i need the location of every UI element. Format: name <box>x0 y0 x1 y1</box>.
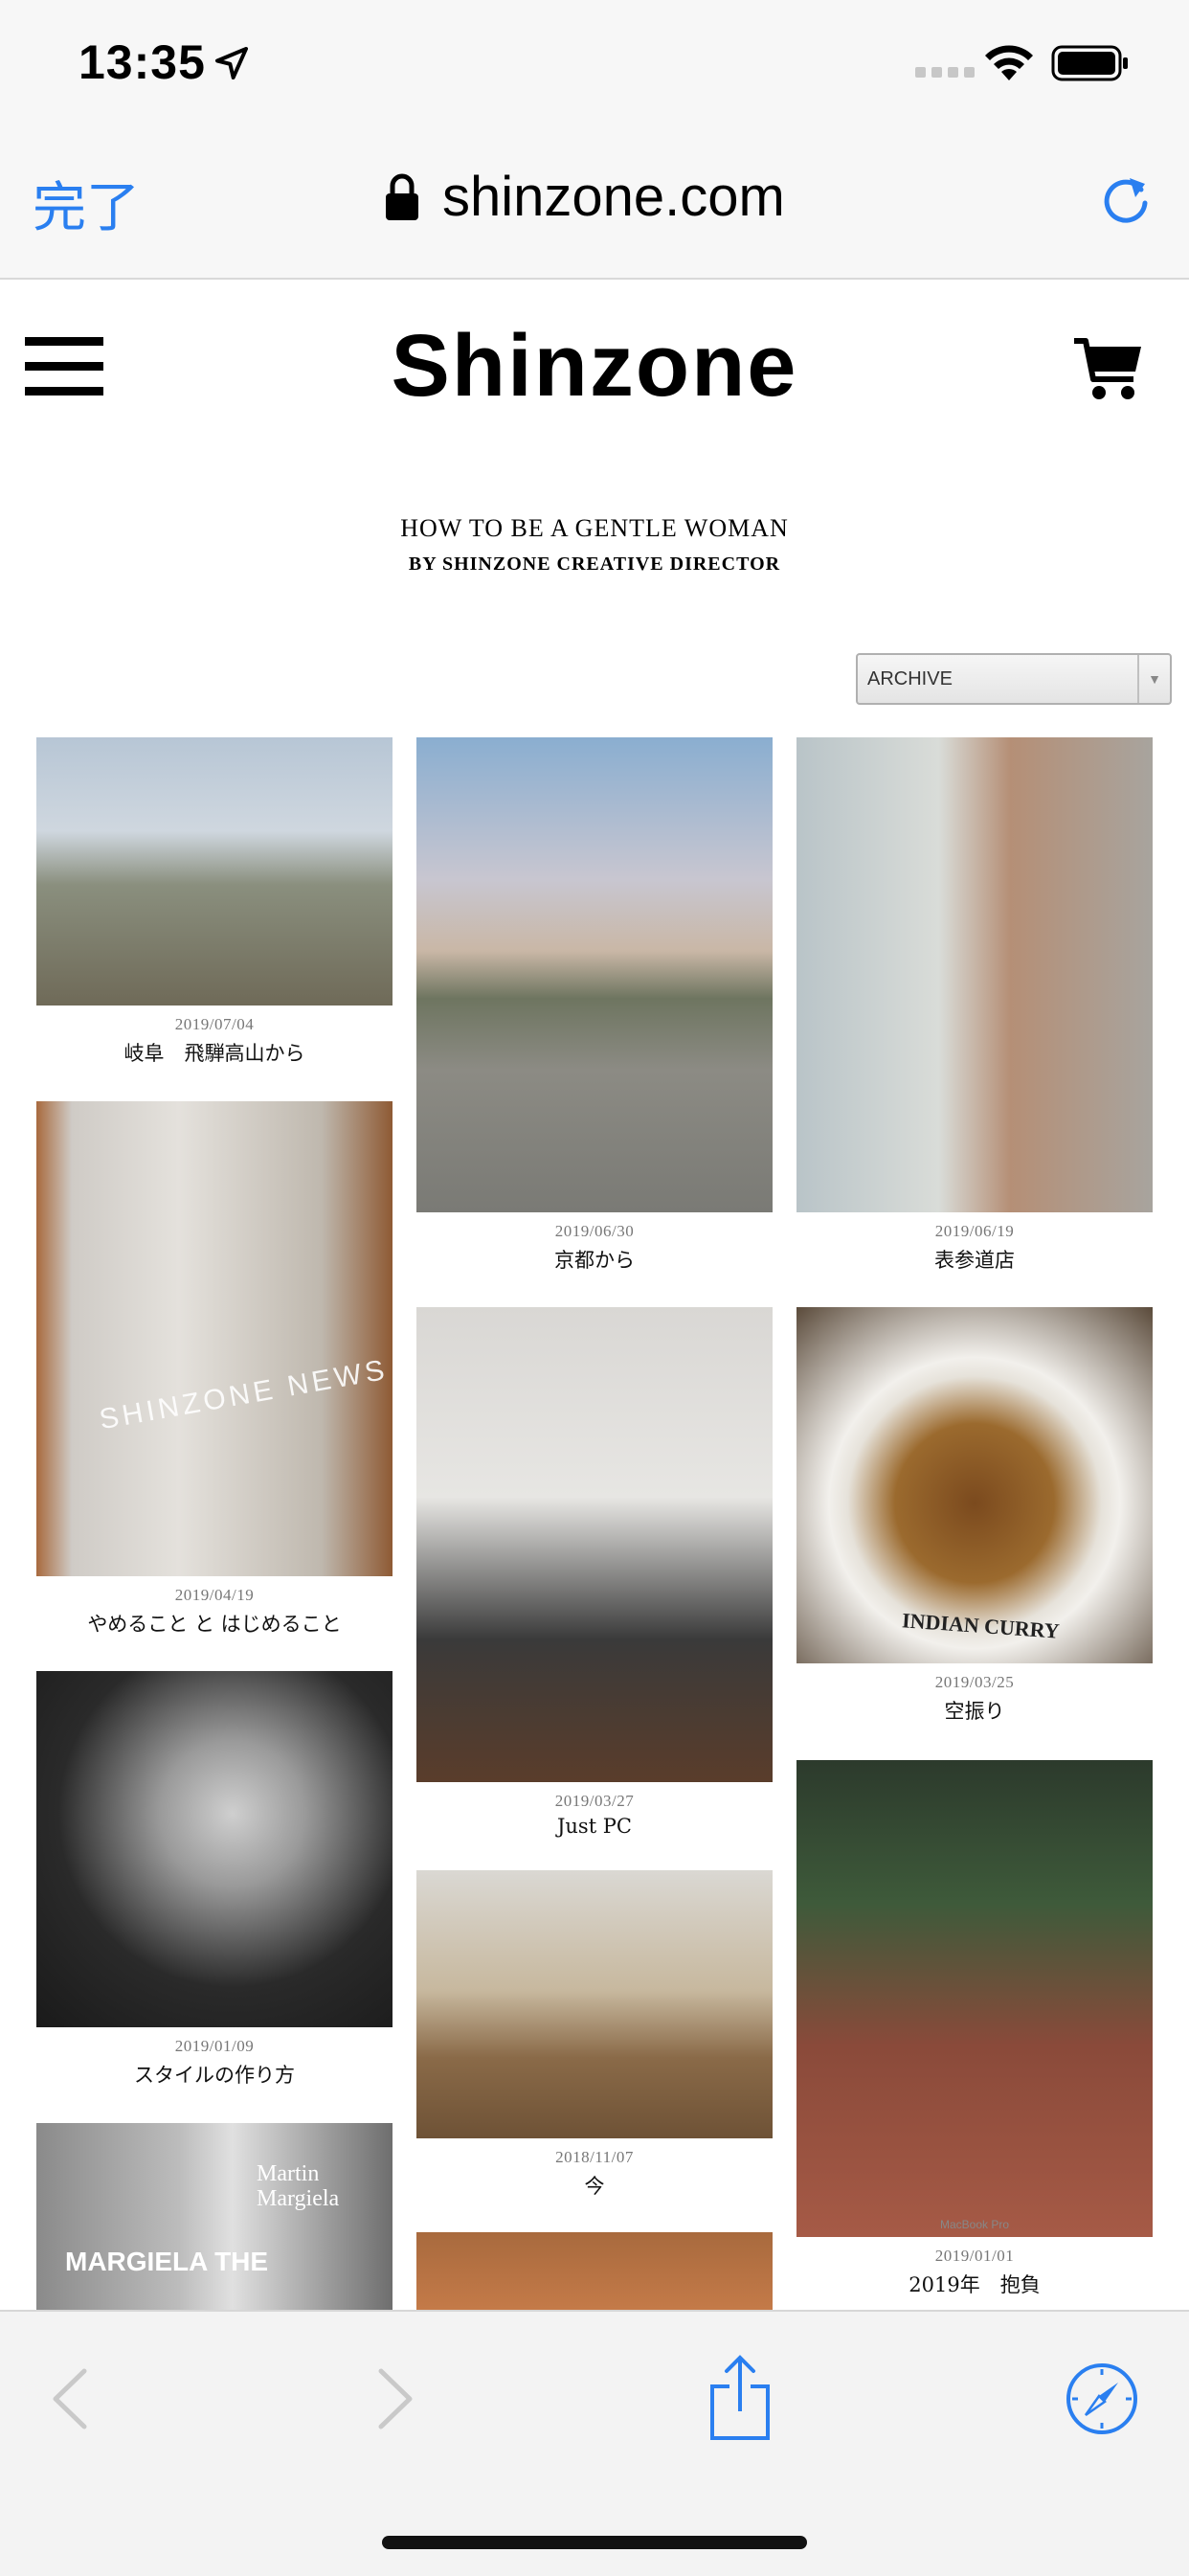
post-image[interactable] <box>416 2232 773 2310</box>
post-card[interactable] <box>416 2232 773 2310</box>
wifi-icon <box>985 45 1033 80</box>
post-card[interactable]: MARGIELA THE Martin Margiela <box>36 2123 393 2310</box>
url-text: shinzone.com <box>442 166 785 228</box>
post-title[interactable]: スタイルの作り方 <box>36 2060 393 2089</box>
post-image[interactable] <box>36 1671 393 2027</box>
image-text: MacBook Pro <box>939 2218 1010 2231</box>
post-title[interactable]: 表参道店 <box>796 1245 1153 1274</box>
cellular-signal-icon <box>915 67 975 78</box>
post-card[interactable]: 2019/07/04 岐阜 飛騨高山から <box>36 737 393 1067</box>
browser-header: 13:35 完了 shinzone.com <box>0 0 1189 280</box>
post-card[interactable]: MacBook Pro 2019/01/01 2019年 抱負 <box>796 1760 1153 2298</box>
blog-title: HOW TO BE A GENTLE WOMAN <box>400 514 789 542</box>
image-text: SHINZONE NEWS <box>97 1353 391 1436</box>
post-image[interactable] <box>416 1307 773 1782</box>
post-card[interactable]: 2019/06/30 京都から <box>416 737 773 1274</box>
compass-icon[interactable] <box>1065 2361 1139 2436</box>
home-indicator[interactable] <box>382 2536 807 2549</box>
post-date: 2019/07/04 <box>174 1015 255 1033</box>
post-image[interactable] <box>416 737 773 1212</box>
archive-select[interactable]: ARCHIVE ▼ <box>856 653 1172 705</box>
dropdown-arrow-icon: ▼ <box>1137 655 1170 703</box>
image-text: MARGIELA THE <box>65 2247 269 2276</box>
post-card[interactable]: 2018/11/07 今 <box>416 1870 773 2200</box>
battery-icon <box>1051 45 1128 81</box>
forward-icon[interactable] <box>373 2365 417 2432</box>
status-time: 13:35 <box>79 35 206 89</box>
post-date: 2019/06/30 <box>554 1222 635 1240</box>
post-image[interactable]: MARGIELA THE Martin Margiela <box>36 2123 393 2310</box>
post-title[interactable]: 京都から <box>416 1245 773 1274</box>
post-title[interactable]: 空振り <box>796 1696 1153 1725</box>
post-title[interactable]: Just PC <box>416 1815 773 1838</box>
post-image[interactable]: SHINZONE NEWS <box>36 1101 393 1576</box>
lock-icon <box>386 173 418 220</box>
image-text: Martin Margiela <box>257 2161 340 2211</box>
post-image[interactable]: MacBook Pro <box>796 1760 1153 2237</box>
address-bar[interactable]: shinzone.com <box>383 165 785 229</box>
post-date: 2019/01/01 <box>934 2247 1015 2265</box>
post-card[interactable]: 2019/03/27 Just PC <box>416 1307 773 1838</box>
archive-select-value: ARCHIVE <box>867 668 953 689</box>
post-date: 2019/04/19 <box>174 1586 255 1604</box>
location-arrow-icon <box>215 47 248 79</box>
share-icon[interactable] <box>707 2354 774 2442</box>
post-card[interactable]: SHINZONE NEWS 2019/04/19 やめること と はじめること <box>36 1101 393 1638</box>
post-card[interactable]: INDIAN CURRY 2019/03/25 空振り <box>796 1307 1153 1725</box>
post-image[interactable] <box>796 737 1153 1212</box>
post-image[interactable] <box>36 737 393 1006</box>
reload-icon[interactable] <box>1097 170 1155 228</box>
post-date: 2018/11/07 <box>555 2148 634 2166</box>
post-date: 2019/03/25 <box>934 1673 1015 1691</box>
cart-icon[interactable] <box>1072 335 1143 402</box>
done-button[interactable]: 完了 <box>33 165 140 242</box>
post-date: 2019/06/19 <box>934 1222 1015 1240</box>
post-image[interactable]: INDIAN CURRY <box>796 1307 1153 1663</box>
blog-subtitle: BY SHINZONE CREATIVE DIRECTOR <box>408 554 781 575</box>
site-logo[interactable]: Shinzone <box>0 316 1189 417</box>
post-title[interactable]: 今 <box>416 2171 773 2200</box>
image-text: INDIAN CURRY <box>901 1608 1061 1643</box>
post-card[interactable]: 2019/01/09 スタイルの作り方 <box>36 1671 393 2089</box>
post-image[interactable] <box>416 1870 773 2138</box>
back-icon[interactable] <box>48 2365 92 2432</box>
post-date: 2019/01/09 <box>174 2037 255 2055</box>
post-card[interactable]: 2019/06/19 表参道店 <box>796 737 1153 1274</box>
post-date: 2019/03/27 <box>554 1792 635 1810</box>
post-title[interactable]: やめること と はじめること <box>36 1609 393 1638</box>
post-title[interactable]: 岐阜 飛騨高山から <box>36 1038 393 1067</box>
post-title[interactable]: 2019年 抱負 <box>796 2270 1153 2298</box>
